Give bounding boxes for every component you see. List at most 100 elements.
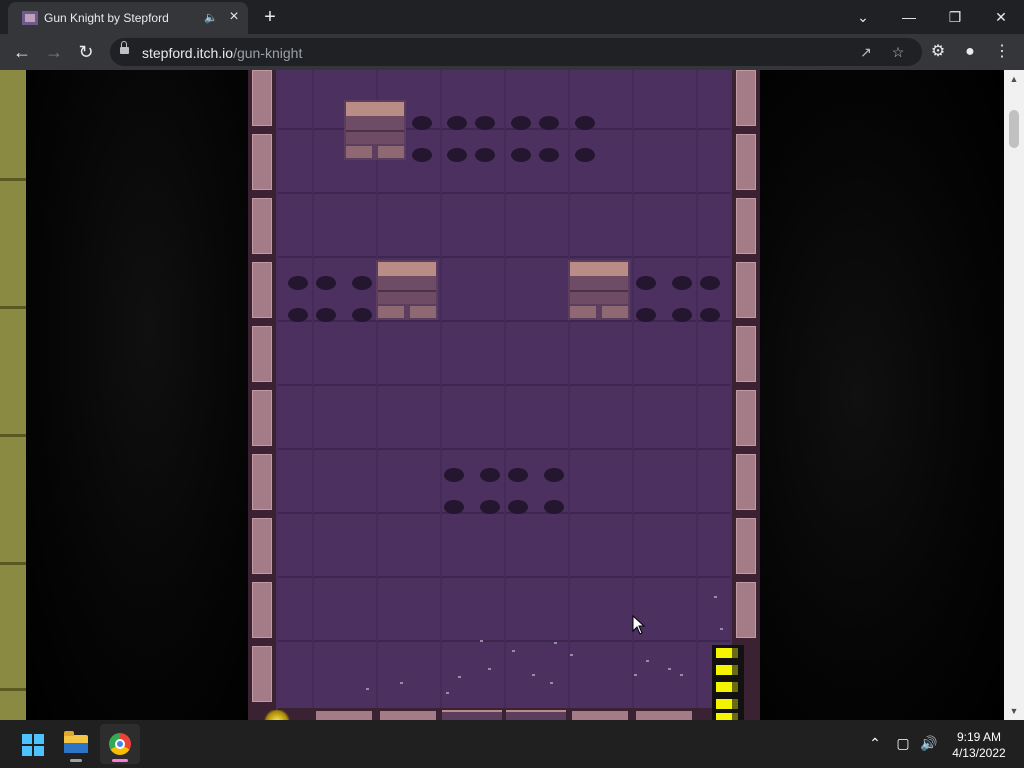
wooden-crate	[568, 260, 630, 320]
start-button[interactable]	[12, 724, 52, 764]
wall-brick	[736, 582, 756, 638]
floor-debris	[532, 674, 535, 676]
back-button[interactable]: ←	[10, 40, 34, 64]
reload-button[interactable]: ↻	[74, 40, 98, 64]
floor-debris	[446, 692, 449, 694]
share-icon[interactable]: ↗	[856, 42, 876, 62]
menu-kebab-icon[interactable]: ⋮	[990, 40, 1014, 64]
wall-brick	[736, 454, 756, 510]
wall-brick	[252, 70, 272, 126]
lock-icon[interactable]	[120, 41, 129, 54]
floor-debris	[458, 676, 461, 678]
star-icon[interactable]: ☆	[888, 42, 908, 62]
tab-search-button[interactable]: ⌄	[840, 0, 886, 34]
wall-brick	[636, 711, 692, 720]
crate-foot	[378, 306, 404, 318]
spike-hole	[508, 468, 528, 482]
taskbar-clock[interactable]: 9:19 AM 4/13/2022	[944, 729, 1014, 761]
strip-line	[0, 178, 26, 181]
scroll-up-arrow-icon[interactable]: ▲	[1004, 72, 1024, 86]
left-wall	[248, 70, 276, 720]
page-scrollbar[interactable]: ▲ ▼	[1004, 70, 1024, 720]
dungeon-floor	[278, 70, 730, 720]
url-host: stepford.itch.io	[142, 45, 234, 61]
wall-brick	[252, 134, 272, 190]
profile-icon[interactable]: ●	[958, 40, 982, 64]
wall-brick	[252, 262, 272, 318]
restore-button[interactable]: ❐	[932, 0, 978, 34]
close-icon[interactable]: ×	[226, 9, 242, 25]
health-bar	[716, 713, 738, 720]
spike-hole	[511, 148, 531, 162]
address-bar[interactable]: stepford.itch.io/gun-knight ↗ ☆	[110, 38, 922, 66]
chevron-up-icon[interactable]: ⌃	[864, 732, 886, 754]
spike-hole	[475, 148, 495, 162]
minimize-button[interactable]: —	[886, 0, 932, 34]
floor-debris	[714, 596, 717, 598]
strip-line	[0, 306, 26, 309]
restore-icon: ❐	[948, 9, 962, 25]
wooden-crate	[376, 260, 438, 320]
bottom-wall	[278, 708, 730, 720]
close-icon: ✕	[995, 9, 1007, 25]
crate-foot	[570, 306, 596, 318]
spike-hole	[544, 468, 564, 482]
forward-arrow-icon: →	[45, 42, 63, 62]
new-tab-button[interactable]: +	[258, 5, 282, 29]
clock-date: 4/13/2022	[952, 746, 1006, 760]
window-close-button[interactable]: ✕	[978, 0, 1024, 34]
wall-brick	[736, 390, 756, 446]
extensions-icon[interactable]: ⚙	[926, 40, 950, 64]
floor-debris	[512, 650, 515, 652]
spike-hole	[412, 148, 432, 162]
floor-debris	[634, 674, 637, 676]
crate-lid	[570, 262, 628, 276]
spike-hole	[316, 308, 336, 322]
logo-pane	[34, 746, 44, 756]
wall-brick	[252, 518, 272, 574]
spike-hole	[480, 468, 500, 482]
wall-brick	[380, 711, 436, 720]
crate-plank	[570, 290, 628, 292]
scrollbar-thumb[interactable]	[1009, 110, 1019, 148]
strip-line	[0, 688, 26, 691]
url-text[interactable]: stepford.itch.io/gun-knight	[142, 45, 302, 61]
spike-hole	[575, 116, 595, 130]
spike-hole	[444, 468, 464, 482]
volume-icon[interactable]: 🔊	[918, 732, 940, 754]
scroll-down-arrow-icon[interactable]: ▼	[1004, 704, 1024, 718]
network-icon[interactable]: ▢	[892, 732, 914, 754]
chrome-icon	[109, 733, 131, 755]
file-explorer-button[interactable]	[56, 724, 96, 764]
speaker-icon[interactable]: 🔈	[204, 10, 220, 26]
game-canvas[interactable]	[248, 70, 760, 720]
floor-seam	[376, 70, 378, 720]
mouse-cursor-icon	[632, 615, 646, 635]
health-bar	[716, 665, 738, 675]
health-bar	[716, 699, 738, 709]
spike-hole	[575, 148, 595, 162]
wall-brick	[252, 646, 272, 702]
minimize-icon: —	[902, 9, 916, 25]
strip-line	[0, 562, 26, 565]
url-path: /gun-knight	[233, 45, 303, 61]
health-bar-stack	[712, 645, 744, 720]
browser-tab[interactable]: Gun Knight by Stepford 🔈 ×	[8, 2, 248, 34]
floor-debris	[488, 668, 491, 670]
floor-debris	[668, 668, 671, 670]
spike-hole	[700, 308, 720, 322]
wall-brick	[736, 326, 756, 382]
spike-hole	[447, 116, 467, 130]
spike-hole	[475, 116, 495, 130]
forward-button[interactable]: →	[42, 40, 66, 64]
chrome-taskbar-button[interactable]	[100, 724, 140, 764]
spike-hole	[480, 500, 500, 514]
page-content: ▲ ▼	[0, 70, 1024, 720]
spike-hole	[447, 148, 467, 162]
floor-debris	[720, 628, 723, 630]
wall-brick	[736, 198, 756, 254]
spike-hole	[508, 500, 528, 514]
crate-plank	[346, 130, 404, 132]
crate-foot	[602, 306, 628, 318]
crate-lid	[346, 102, 404, 116]
